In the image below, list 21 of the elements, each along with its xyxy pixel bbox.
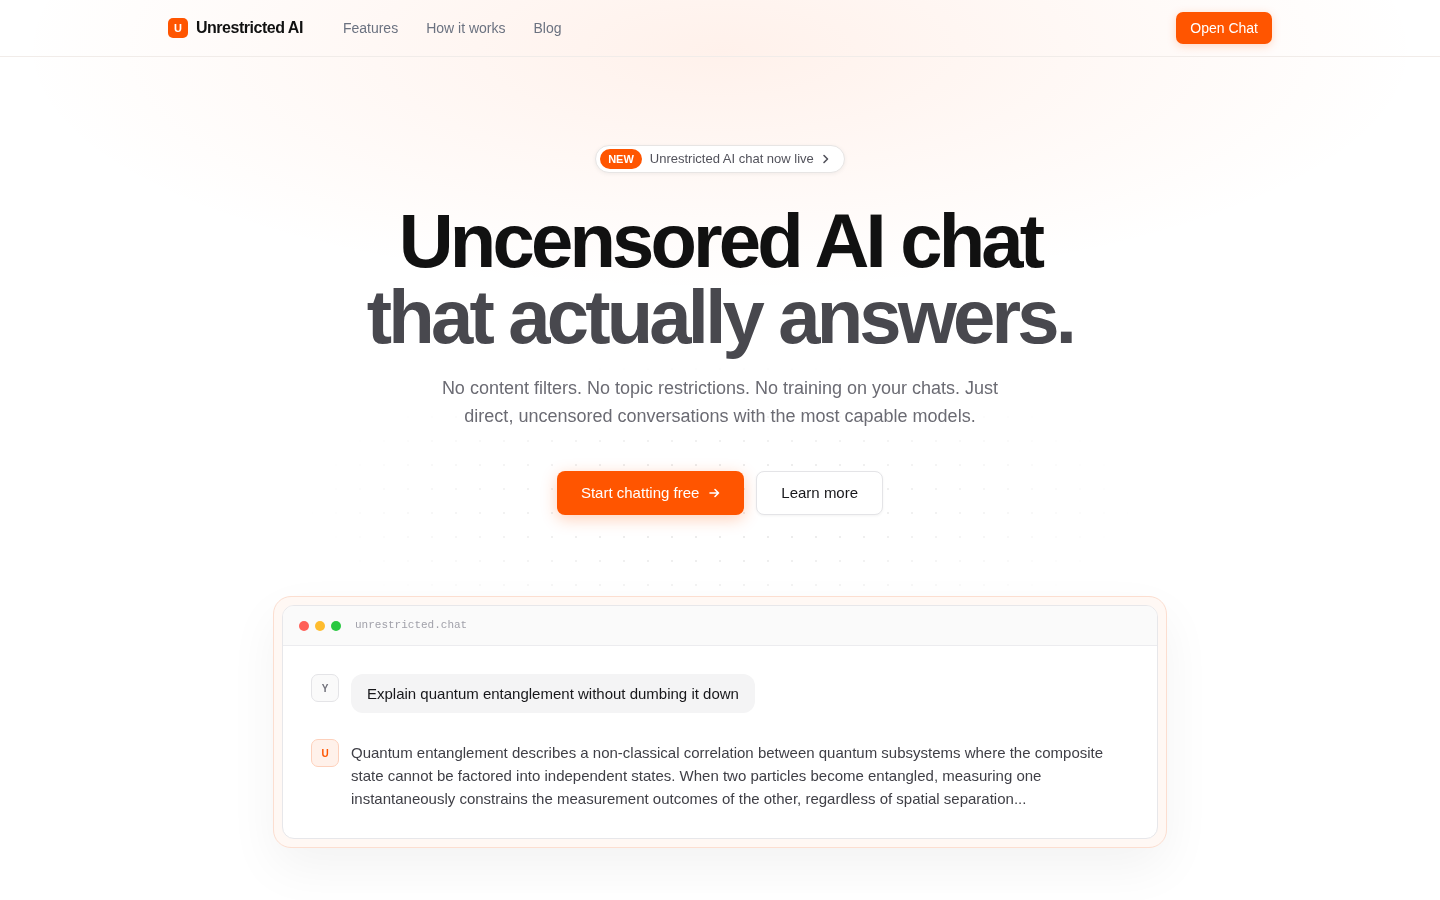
learn-more-button[interactable]: Learn more [756, 471, 884, 515]
nav-link[interactable]: Blog [533, 17, 562, 39]
user-avatar: Y [311, 674, 339, 702]
open-chat-button[interactable]: Open Chat [1176, 12, 1272, 44]
announcement-pill[interactable]: NEW Unrestricted AI chat now live [595, 145, 845, 173]
hero-subtitle: No content filters. No topic restrictions. No training on your chats. Just direct, uncensored conversations with the most capable models. [440, 377, 1000, 428]
brand-name[interactable]: Unrestricted AI [196, 16, 303, 40]
user-message: Explain quantum entanglement without dumbing it down [351, 674, 755, 713]
chevron-right-icon [821, 154, 830, 164]
arrow-right-icon [709, 488, 721, 498]
assistant-avatar: U [311, 739, 339, 767]
assistant-message: Quantum entanglement describes a non-classical correlation between quantum subsystems where the composite state cannot be factored into independent states. When two particles become entangled, measuring one instantaneously constrains the measurement outcomes of the other, regardless of spatial separation... [351, 743, 1105, 809]
window-controls-icon [299, 620, 341, 631]
nav-link[interactable]: Features [342, 17, 399, 39]
new-badge: NEW [600, 149, 642, 169]
announcement-text: Unrestricted AI chat now live [649, 150, 814, 169]
start-chatting-button[interactable]: Start chatting free [556, 471, 745, 515]
address-text: unrestricted.chat [355, 618, 468, 634]
headline-text: Uncensored AI chat [398, 203, 1042, 279]
brand-logo[interactable]: U [168, 18, 188, 38]
nav-link[interactable]: How it works [426, 17, 506, 39]
